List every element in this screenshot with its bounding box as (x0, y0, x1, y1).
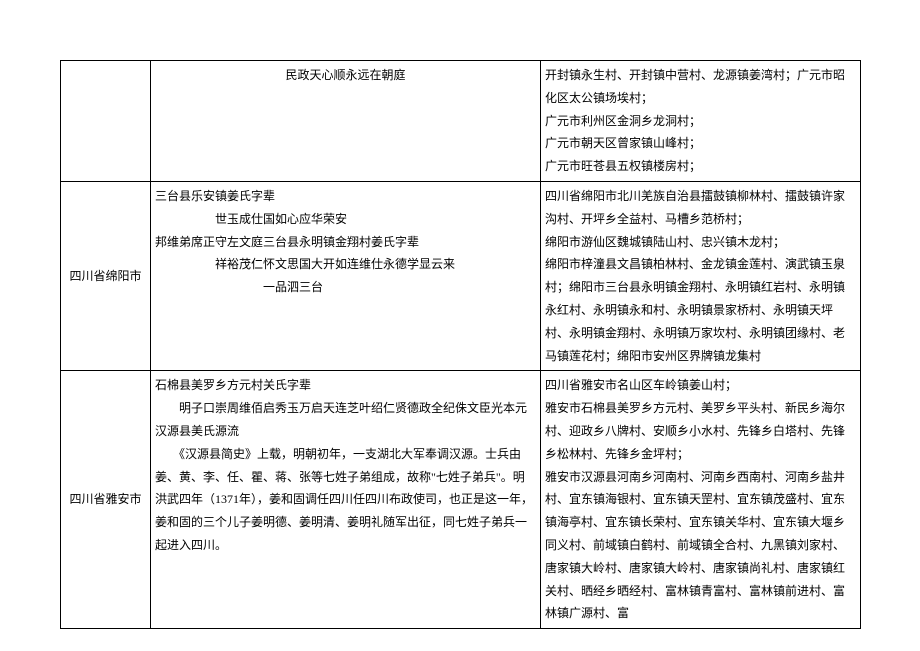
table-row: 四川省雅安市 石棉县美罗乡方元村关氏字辈 明子口崇周维佰启秀玉万启天连芝叶绍仁贤… (61, 371, 861, 629)
region-cell: 四川省雅安市 (61, 371, 151, 629)
village-line: 雅安市汉源县河南乡河南村、河南乡西南村、河南乡盐井村、宜东镇海银村、宜东镇天罡村… (545, 466, 856, 626)
village-line: 四川省雅安市名山区车岭镇姜山村； (545, 374, 856, 397)
region-text: 四川省雅安市 (69, 492, 141, 506)
table-row: 四川省绵阳市 三台县乐安镇姜氏字辈 世玉成仕国如心应华荣安 邦维弟席正守左文庭三… (61, 181, 861, 370)
poem-cell: 三台县乐安镇姜氏字辈 世玉成仕国如心应华荣安 邦维弟席正守左文庭三台县永明镇金翔… (151, 181, 541, 370)
poem-line: 祥裕茂仁怀文思国大开如连维仕永德学显云来 (155, 253, 536, 276)
village-line: 绵阳市梓潼县文昌镇柏林村、金龙镇金莲村、演武镇玉泉村；绵阳市三台县永明镇金翔村、… (545, 253, 856, 367)
region-cell (61, 61, 151, 182)
region-text: 四川省绵阳市 (69, 269, 141, 283)
table-row: 民政天心顺永远在朝庭 开封镇永生村、开封镇中营村、龙源镇姜湾村；广元市昭化区太公… (61, 61, 861, 182)
village-line: 绵阳市游仙区魏城镇陆山村、忠兴镇木龙村； (545, 231, 856, 254)
region-cell: 四川省绵阳市 (61, 181, 151, 370)
poem-line: 世玉成仕国如心应华荣安 (155, 208, 536, 231)
poem-line: 民政天心顺永远在朝庭 (155, 64, 536, 87)
poem-cell: 石棉县美罗乡方元村关氏字辈 明子口崇周维佰启秀玉万启天连芝叶绍仁贤德政全纪侏文臣… (151, 371, 541, 629)
village-line: 广元市朝天区曾家镇山峰村； (545, 132, 856, 155)
poem-line: 《汉源县简史》上载，明朝初年，一支湖北大军奉调汉源。士兵由姜、黄、李、任、瞿、蒋… (155, 443, 536, 557)
poem-line: 邦维弟席正守左文庭三台县永明镇金翔村姜氏字辈 (155, 231, 536, 254)
village-line: 开封镇永生村、开封镇中营村、龙源镇姜湾村；广元市昭化区太公镇场埃村； (545, 64, 856, 110)
village-line: 四川省绵阳市北川羌族自治县擂鼓镇柳林村、擂鼓镇许家沟村、开坪乡全益村、马槽乡范桥… (545, 185, 856, 231)
poem-line: 石棉县美罗乡方元村关氏字辈 (155, 374, 536, 397)
document-page: 民政天心顺永远在朝庭 开封镇永生村、开封镇中营村、龙源镇姜湾村；广元市昭化区太公… (0, 0, 920, 651)
poem-cell: 民政天心顺永远在朝庭 (151, 61, 541, 182)
poem-line: 一品泗三台 (155, 276, 536, 299)
poem-line: 三台县乐安镇姜氏字辈 (155, 185, 536, 208)
content-table: 民政天心顺永远在朝庭 开封镇永生村、开封镇中营村、龙源镇姜湾村；广元市昭化区太公… (60, 60, 861, 629)
village-line: 广元市利州区金洞乡龙洞村； (545, 110, 856, 133)
poem-line: 明子口崇周维佰启秀玉万启天连芝叶绍仁贤德政全纪侏文臣光本元汉源县美氏源流 (155, 397, 536, 443)
villages-cell: 四川省绵阳市北川羌族自治县擂鼓镇柳林村、擂鼓镇许家沟村、开坪乡全益村、马槽乡范桥… (541, 181, 861, 370)
villages-cell: 开封镇永生村、开封镇中营村、龙源镇姜湾村；广元市昭化区太公镇场埃村； 广元市利州… (541, 61, 861, 182)
village-line: 雅安市石棉县美罗乡方元村、美罗乡平头村、新民乡海尔村、迎政乡八牌村、安顺乡小水村… (545, 397, 856, 465)
village-line: 广元市旺苍县五权镇楼房村； (545, 155, 856, 178)
villages-cell: 四川省雅安市名山区车岭镇姜山村； 雅安市石棉县美罗乡方元村、美罗乡平头村、新民乡… (541, 371, 861, 629)
